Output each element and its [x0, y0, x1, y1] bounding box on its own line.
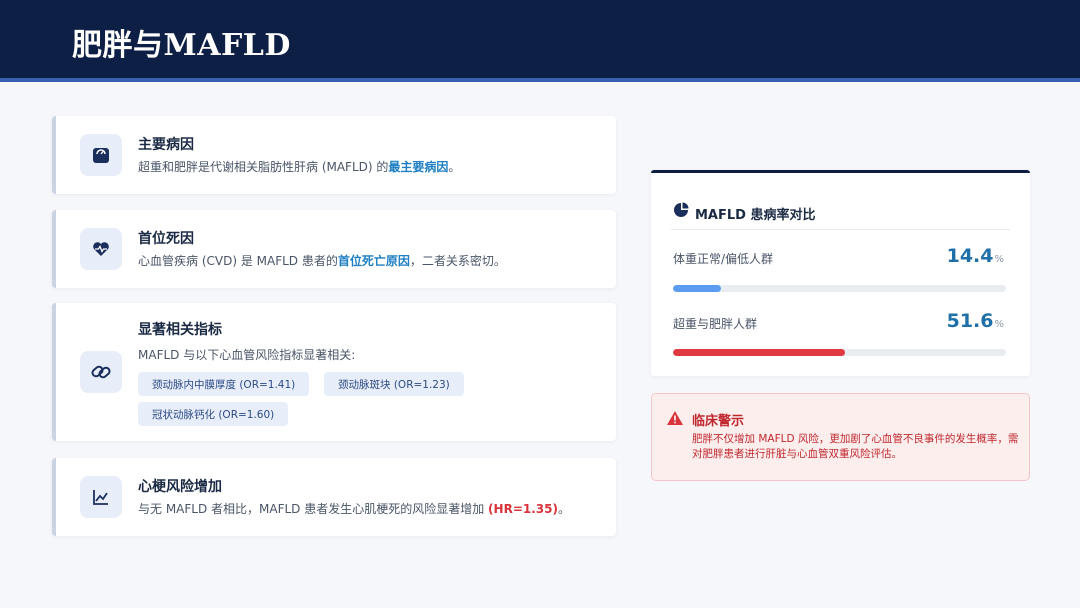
weight-scale-icon	[80, 134, 122, 176]
alert-text: 肥胖不仅增加 MAFLD 风险，更加剧了心血管不良事件的发生概率，需对肥胖患者进…	[692, 433, 1019, 460]
desc-highlight: 首位死亡原因	[337, 254, 410, 268]
card-description: MAFLD 与以下心血管风险指标显著相关:	[138, 348, 356, 362]
card-description: 超重和肥胖是代谢相关脂肪性肝病 (MAFLD) 的最主要病因。	[138, 158, 460, 175]
card-title: 显著相关指标	[138, 322, 222, 338]
prevalence-panel: MAFLD 患病率对比 体重正常/偏低人群 14.4% 超重与肥胖人群 51.6…	[651, 170, 1030, 376]
desc-suffix: ，二者关系密切。	[409, 254, 506, 268]
desc-text: 与无 MAFLD 者相比，MAFLD 患者发生心肌梗死的风险显著增加	[138, 502, 489, 516]
card-description: 心血管疾病 (CVD) 是 MAFLD 患者的首位死亡原因，二者关系密切。	[138, 252, 506, 269]
death-cause-card: 首位死因 心血管疾病 (CVD) 是 MAFLD 患者的首位死亡原因，二者关系密…	[52, 210, 616, 288]
prevalence-value-normal: 14.4%	[947, 245, 1004, 267]
prevalence-value-obese: 51.6%	[947, 310, 1004, 332]
card-title: 心梗风险增加	[138, 479, 222, 495]
value-number: 51.6	[946, 310, 994, 332]
value-unit: %	[994, 254, 1004, 265]
value-unit: %	[994, 319, 1004, 330]
alert-title: 临床警示	[692, 414, 745, 429]
card-description: 与无 MAFLD 者相比，MAFLD 患者发生心肌梗死的风险显著增加 (HR=1…	[138, 500, 570, 517]
progress-fill-normal	[673, 285, 721, 292]
panel-title: MAFLD 患病率对比	[695, 208, 816, 223]
desc-suffix: 。	[448, 160, 461, 174]
prevalence-label-obese: 超重与肥胖人群	[673, 317, 758, 331]
divider	[671, 229, 1010, 230]
cause-card: 主要病因 超重和肥胖是代谢相关脂肪性肝病 (MAFLD) 的最主要病因。	[52, 116, 616, 194]
page-title: 肥胖与MAFLD	[72, 28, 291, 63]
pie-chart-icon	[673, 202, 689, 222]
progress-bar-obese	[673, 349, 1006, 356]
value-number: 14.4	[946, 245, 994, 267]
progress-bar-normal	[673, 285, 1006, 292]
indicator-chip: 冠状动脉钙化 (OR=1.60)	[138, 402, 289, 426]
indicator-chip: 颈动脉斑块 (OR=1.23)	[324, 372, 464, 396]
heart-pulse-icon	[80, 228, 122, 270]
indicator-chip: 颈动脉内中膜厚度 (OR=1.41)	[138, 372, 310, 396]
card-title: 首位死因	[138, 231, 194, 247]
clinical-alert: 临床警示 肥胖不仅增加 MAFLD 风险，更加剧了心血管不良事件的发生概率，需对…	[651, 393, 1030, 481]
indicators-card: 显著相关指标 MAFLD 与以下心血管风险指标显著相关: 颈动脉内中膜厚度 (O…	[52, 303, 616, 441]
desc-highlight: (HR=1.35)	[488, 502, 558, 516]
page-header: 肥胖与MAFLD	[0, 0, 1080, 82]
line-chart-icon	[80, 476, 122, 518]
prevalence-label-normal: 体重正常/偏低人群	[673, 252, 774, 266]
warning-icon	[666, 410, 684, 430]
desc-text: 心血管疾病 (CVD) 是 MAFLD 患者的	[138, 254, 338, 268]
desc-highlight: 最主要病因	[388, 160, 449, 174]
desc-text: 超重和肥胖是代谢相关脂肪性肝病 (MAFLD) 的	[138, 160, 389, 174]
progress-fill-obese	[673, 349, 845, 356]
mi-risk-card: 心梗风险增加 与无 MAFLD 者相比，MAFLD 患者发生心肌梗死的风险显著增…	[52, 458, 616, 536]
desc-suffix: 。	[557, 502, 570, 516]
link-icon	[80, 351, 122, 393]
card-title: 主要病因	[138, 137, 194, 153]
